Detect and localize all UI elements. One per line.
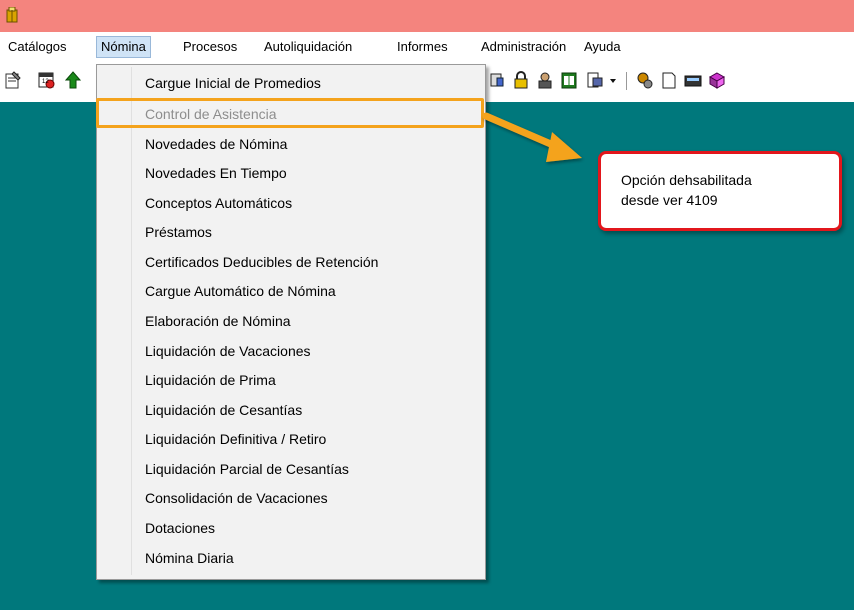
- menu-autoliquidacion[interactable]: Autoliquidación: [260, 37, 356, 57]
- menu-item-liquidacion-vacaciones[interactable]: Liquidación de Vacaciones: [145, 341, 311, 361]
- calculator-icon[interactable]: [684, 70, 702, 90]
- menu-item-liquidacion-definitiva[interactable]: Liquidación Definitiva / Retiro: [145, 429, 326, 449]
- callout-text: Opción dehsabilitada desde ver 4109: [621, 170, 821, 210]
- menu-item-cargue-inicial-promedios[interactable]: Cargue Inicial de Promedios: [145, 73, 321, 93]
- highlight-box: [96, 98, 484, 128]
- menu-item-liquidacion-cesantias[interactable]: Liquidación de Cesantías: [145, 400, 302, 420]
- cube-icon[interactable]: [708, 70, 726, 90]
- menu-nomina[interactable]: Nómina: [96, 36, 151, 58]
- user-config-icon[interactable]: [536, 70, 554, 90]
- menu-procesos[interactable]: Procesos: [179, 37, 241, 57]
- menu-item-elaboracion-nomina[interactable]: Elaboración de Nómina: [145, 311, 291, 331]
- callout-line-2: desde ver 4109: [621, 192, 718, 208]
- menu-item-liquidacion-parcial-cesantias[interactable]: Liquidación Parcial de Cesantías: [145, 459, 349, 479]
- svg-text:12: 12: [42, 79, 49, 85]
- print-preview-icon[interactable]: [586, 70, 604, 90]
- grid-tool-icon[interactable]: [488, 70, 506, 90]
- nomina-dropdown-menu: Cargue Inicial de Promedios Control de A…: [96, 64, 486, 580]
- menu-catalogos[interactable]: Catálogos: [4, 37, 71, 57]
- menu-item-prestamos[interactable]: Préstamos: [145, 222, 212, 242]
- annotation-callout: Opción dehsabilitada desde ver 4109: [598, 151, 842, 231]
- properties-icon[interactable]: [4, 70, 22, 90]
- lock-icon[interactable]: [512, 70, 530, 90]
- gears-icon[interactable]: [636, 70, 654, 90]
- menu-item-consolidacion-vacaciones[interactable]: Consolidación de Vacaciones: [145, 488, 328, 508]
- menu-item-novedades-nomina[interactable]: Novedades de Nómina: [145, 134, 287, 154]
- menu-item-liquidacion-prima[interactable]: Liquidación de Prima: [145, 370, 276, 390]
- spreadsheet-icon[interactable]: [560, 70, 578, 90]
- menu-item-cargue-automatico[interactable]: Cargue Automático de Nómina: [145, 281, 336, 301]
- menu-item-dotaciones[interactable]: Dotaciones: [145, 518, 215, 538]
- menu-informes[interactable]: Informes: [393, 37, 452, 57]
- chevron-down-icon[interactable]: [608, 70, 618, 90]
- arrow-up-icon[interactable]: [64, 70, 82, 90]
- app-icon: [6, 7, 18, 23]
- document-icon[interactable]: [660, 70, 678, 90]
- menu-gutter: [131, 67, 132, 575]
- menu-bar: Catálogos Nómina Procesos Autoliquidació…: [0, 32, 854, 60]
- menu-item-conceptos-automaticos[interactable]: Conceptos Automáticos: [145, 193, 292, 213]
- annotation-arrow: [482, 112, 582, 162]
- callout-line-1: Opción dehsabilitada: [621, 172, 752, 188]
- title-bar: [0, 0, 854, 32]
- menu-item-novedades-tiempo[interactable]: Novedades En Tiempo: [145, 163, 287, 183]
- menu-ayuda[interactable]: Ayuda: [580, 37, 625, 57]
- toolbar-separator: [626, 72, 627, 90]
- menu-item-nomina-diaria[interactable]: Nómina Diaria: [145, 548, 234, 568]
- menu-administracion[interactable]: Administración: [477, 37, 570, 57]
- menu-item-certificados-deducibles[interactable]: Certificados Deducibles de Retención: [145, 252, 378, 272]
- calendar-alarm-icon[interactable]: 12: [38, 70, 56, 90]
